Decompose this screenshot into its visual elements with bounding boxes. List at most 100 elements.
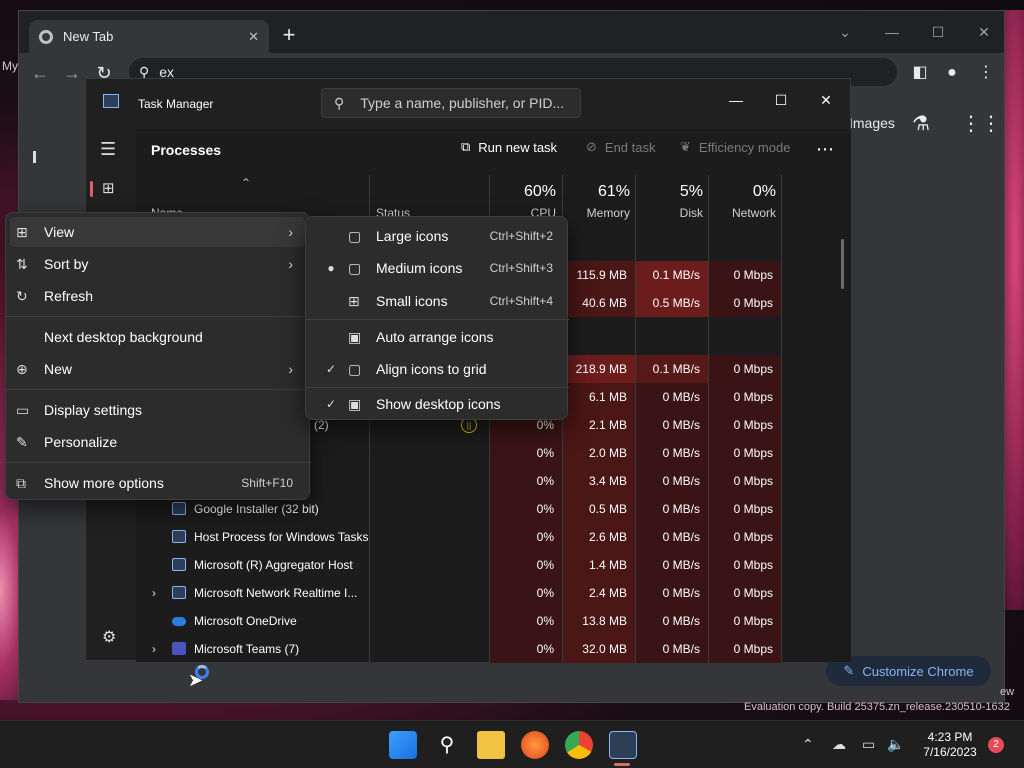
table-row[interactable]: Microsoft OneDrive 0% 13.8 MB 0 MB/s 0 M…: [136, 607, 851, 635]
chrome-icon[interactable]: [565, 731, 593, 759]
network-cell: 0 Mbps: [709, 551, 781, 579]
disk-percent[interactable]: 5%: [636, 183, 703, 201]
volume-icon[interactable]: 🔈: [887, 736, 904, 753]
menu-item-auto-arrange[interactable]: ▣ Auto arrange icons: [310, 322, 565, 352]
onedrive-icon[interactable]: ☁: [832, 736, 846, 753]
memory-cell: 218.9 MB: [563, 355, 635, 383]
memory-cell: 115.9 MB: [563, 261, 635, 289]
table-row[interactable]: › Microsoft Network Realtime I... 0% 2.4…: [136, 579, 851, 607]
expand-chevron-icon[interactable]: ›: [152, 635, 156, 663]
menu-item-label: Show desktop icons: [376, 396, 501, 412]
menu-item-next-background[interactable]: Next desktop background: [10, 322, 305, 352]
memory-percent[interactable]: 61%: [563, 183, 630, 201]
cpu-cell: 0%: [490, 495, 562, 523]
menu-item-sort-by[interactable]: ⇅ Sort by ›: [10, 249, 305, 279]
minimize-button[interactable]: —: [869, 17, 915, 47]
menu-item-view[interactable]: ⊞ View ›: [10, 217, 305, 247]
run-new-task-button[interactable]: ⧉ Run new task: [461, 139, 557, 155]
close-button[interactable]: ✕: [803, 85, 849, 115]
column-memory-header[interactable]: Memory: [563, 206, 630, 220]
view-grid-icon: ⊞: [16, 223, 28, 240]
menu-item-display-settings[interactable]: ▭ Display settings: [10, 395, 305, 425]
profile-icon[interactable]: ●: [941, 62, 963, 84]
checkmark-icon: ✓: [325, 362, 337, 376]
menu-item-personalize[interactable]: ✎ Personalize: [10, 427, 305, 457]
memory-cell: 2.1 MB: [563, 411, 635, 439]
search-icon[interactable]: ⚲: [433, 731, 461, 759]
network-percent[interactable]: 0%: [709, 183, 776, 201]
menu-item-new[interactable]: ⊕ New ›: [10, 354, 305, 384]
more-options-icon: ⧉: [16, 474, 26, 491]
disk-cell: 0 MB/s: [636, 495, 708, 523]
notification-badge[interactable]: 2: [988, 737, 1004, 753]
process-search-input[interactable]: ⚲ Type a name, publisher, or PID...: [321, 88, 581, 118]
column-disk-header[interactable]: Disk: [636, 206, 703, 220]
table-row[interactable]: Microsoft (R) Aggregator Host 0% 1.4 MB …: [136, 551, 851, 579]
menu-item-large-icons[interactable]: ▢ Large icons Ctrl+Shift+2: [310, 221, 565, 251]
menu-shortcut: Ctrl+Shift+4: [489, 294, 553, 308]
menu-item-align-to-grid[interactable]: ✓ ▢ Align icons to grid: [310, 354, 565, 384]
network-cell: 0 Mbps: [709, 467, 781, 495]
network-icon[interactable]: ▭: [862, 736, 875, 753]
clock-time: 4:23 PM: [927, 730, 973, 744]
menu-divider: [6, 462, 311, 463]
column-network-header[interactable]: Network: [709, 206, 776, 220]
menu-item-refresh[interactable]: ↻ Refresh: [10, 281, 305, 311]
disk-cell: 0 MB/s: [636, 551, 708, 579]
more-menu-icon[interactable]: ⋮: [975, 62, 997, 84]
chevron-down-icon[interactable]: ⌄: [822, 17, 868, 47]
busy-spinner-icon: [195, 665, 209, 679]
search-placeholder: Type a name, publisher, or PID...: [360, 95, 565, 111]
maximize-button[interactable]: ☐: [758, 85, 804, 115]
small-icons-icon: ⊞: [348, 292, 360, 309]
add-circle-icon: ⊕: [16, 360, 28, 377]
close-button[interactable]: ✕: [961, 17, 1007, 47]
processes-nav-icon[interactable]: ⊞: [102, 179, 115, 197]
evaluation-watermark: Evaluation copy. Build 25375.zn_release.…: [744, 701, 1010, 713]
sort-chevron-up-icon: ⌃: [241, 176, 252, 190]
menu-item-show-desktop-icons[interactable]: ✓ ▣ Show desktop icons: [310, 389, 565, 419]
table-row[interactable]: Host Process for Windows Tasks 0% 2.6 MB…: [136, 523, 851, 551]
labs-icon[interactable]: ⚗: [912, 111, 930, 136]
hamburger-menu-icon[interactable]: ☰: [100, 139, 116, 160]
start-windows-icon[interactable]: [389, 731, 417, 759]
new-tab-button[interactable]: +: [277, 23, 301, 47]
disk-cell: 0 MB/s: [636, 467, 708, 495]
apps-grid-icon[interactable]: ⋮⋮: [961, 111, 1001, 136]
minimize-button[interactable]: —: [713, 85, 759, 115]
end-task-label: End task: [604, 139, 656, 155]
table-row[interactable]: › Microsoft Teams (7) 0% 32.0 MB 0 MB/s …: [136, 635, 851, 663]
end-task-button[interactable]: ⊘ End task: [586, 139, 656, 155]
window-title: Task Manager: [138, 97, 214, 111]
back-icon[interactable]: ←: [29, 62, 51, 84]
process-name: Microsoft Teams (7): [194, 642, 300, 656]
task-manager-icon[interactable]: [609, 731, 637, 759]
menu-shortcut: Shift+F10: [241, 476, 293, 490]
side-panel-icon[interactable]: ◧: [909, 62, 931, 84]
more-options-icon[interactable]: ⋯: [816, 139, 834, 160]
chrome-tab-new-tab[interactable]: New Tab ✕: [29, 20, 269, 53]
efficiency-mode-label: Efficiency mode: [698, 139, 791, 155]
images-link[interactable]: Images: [849, 115, 895, 131]
forward-icon[interactable]: →: [61, 62, 83, 84]
clock[interactable]: 4:23 PM 7/16/2023: [915, 730, 985, 760]
cpu-percent[interactable]: 60%: [490, 183, 556, 201]
memory-cell: 6.1 MB: [563, 383, 635, 411]
run-new-task-label: Run new task: [478, 139, 558, 155]
settings-gear-icon[interactable]: ⚙: [102, 627, 116, 647]
disk-cell: 0.1 MB/s: [636, 355, 708, 383]
close-tab-icon[interactable]: ✕: [248, 29, 259, 45]
expand-chevron-icon[interactable]: ›: [152, 579, 156, 607]
firefox-icon[interactable]: [521, 731, 549, 759]
file-explorer-icon[interactable]: [477, 731, 505, 759]
cpu-cell: 0%: [490, 467, 562, 495]
cpu-cell: 0%: [490, 439, 562, 467]
efficiency-mode-button[interactable]: ❦ Efficiency mode: [680, 139, 790, 155]
chevron-up-icon[interactable]: ⌃: [802, 736, 814, 753]
menu-item-medium-icons[interactable]: ● ▢ Medium icons Ctrl+Shift+3: [310, 253, 565, 283]
menu-item-small-icons[interactable]: ⊞ Small icons Ctrl+Shift+4: [310, 286, 565, 316]
cpu-cell: 0%: [490, 523, 562, 551]
menu-item-show-more-options[interactable]: ⧉ Show more options Shift+F10: [10, 468, 305, 498]
partial-element: [33, 151, 36, 163]
maximize-button[interactable]: ☐: [915, 17, 961, 47]
